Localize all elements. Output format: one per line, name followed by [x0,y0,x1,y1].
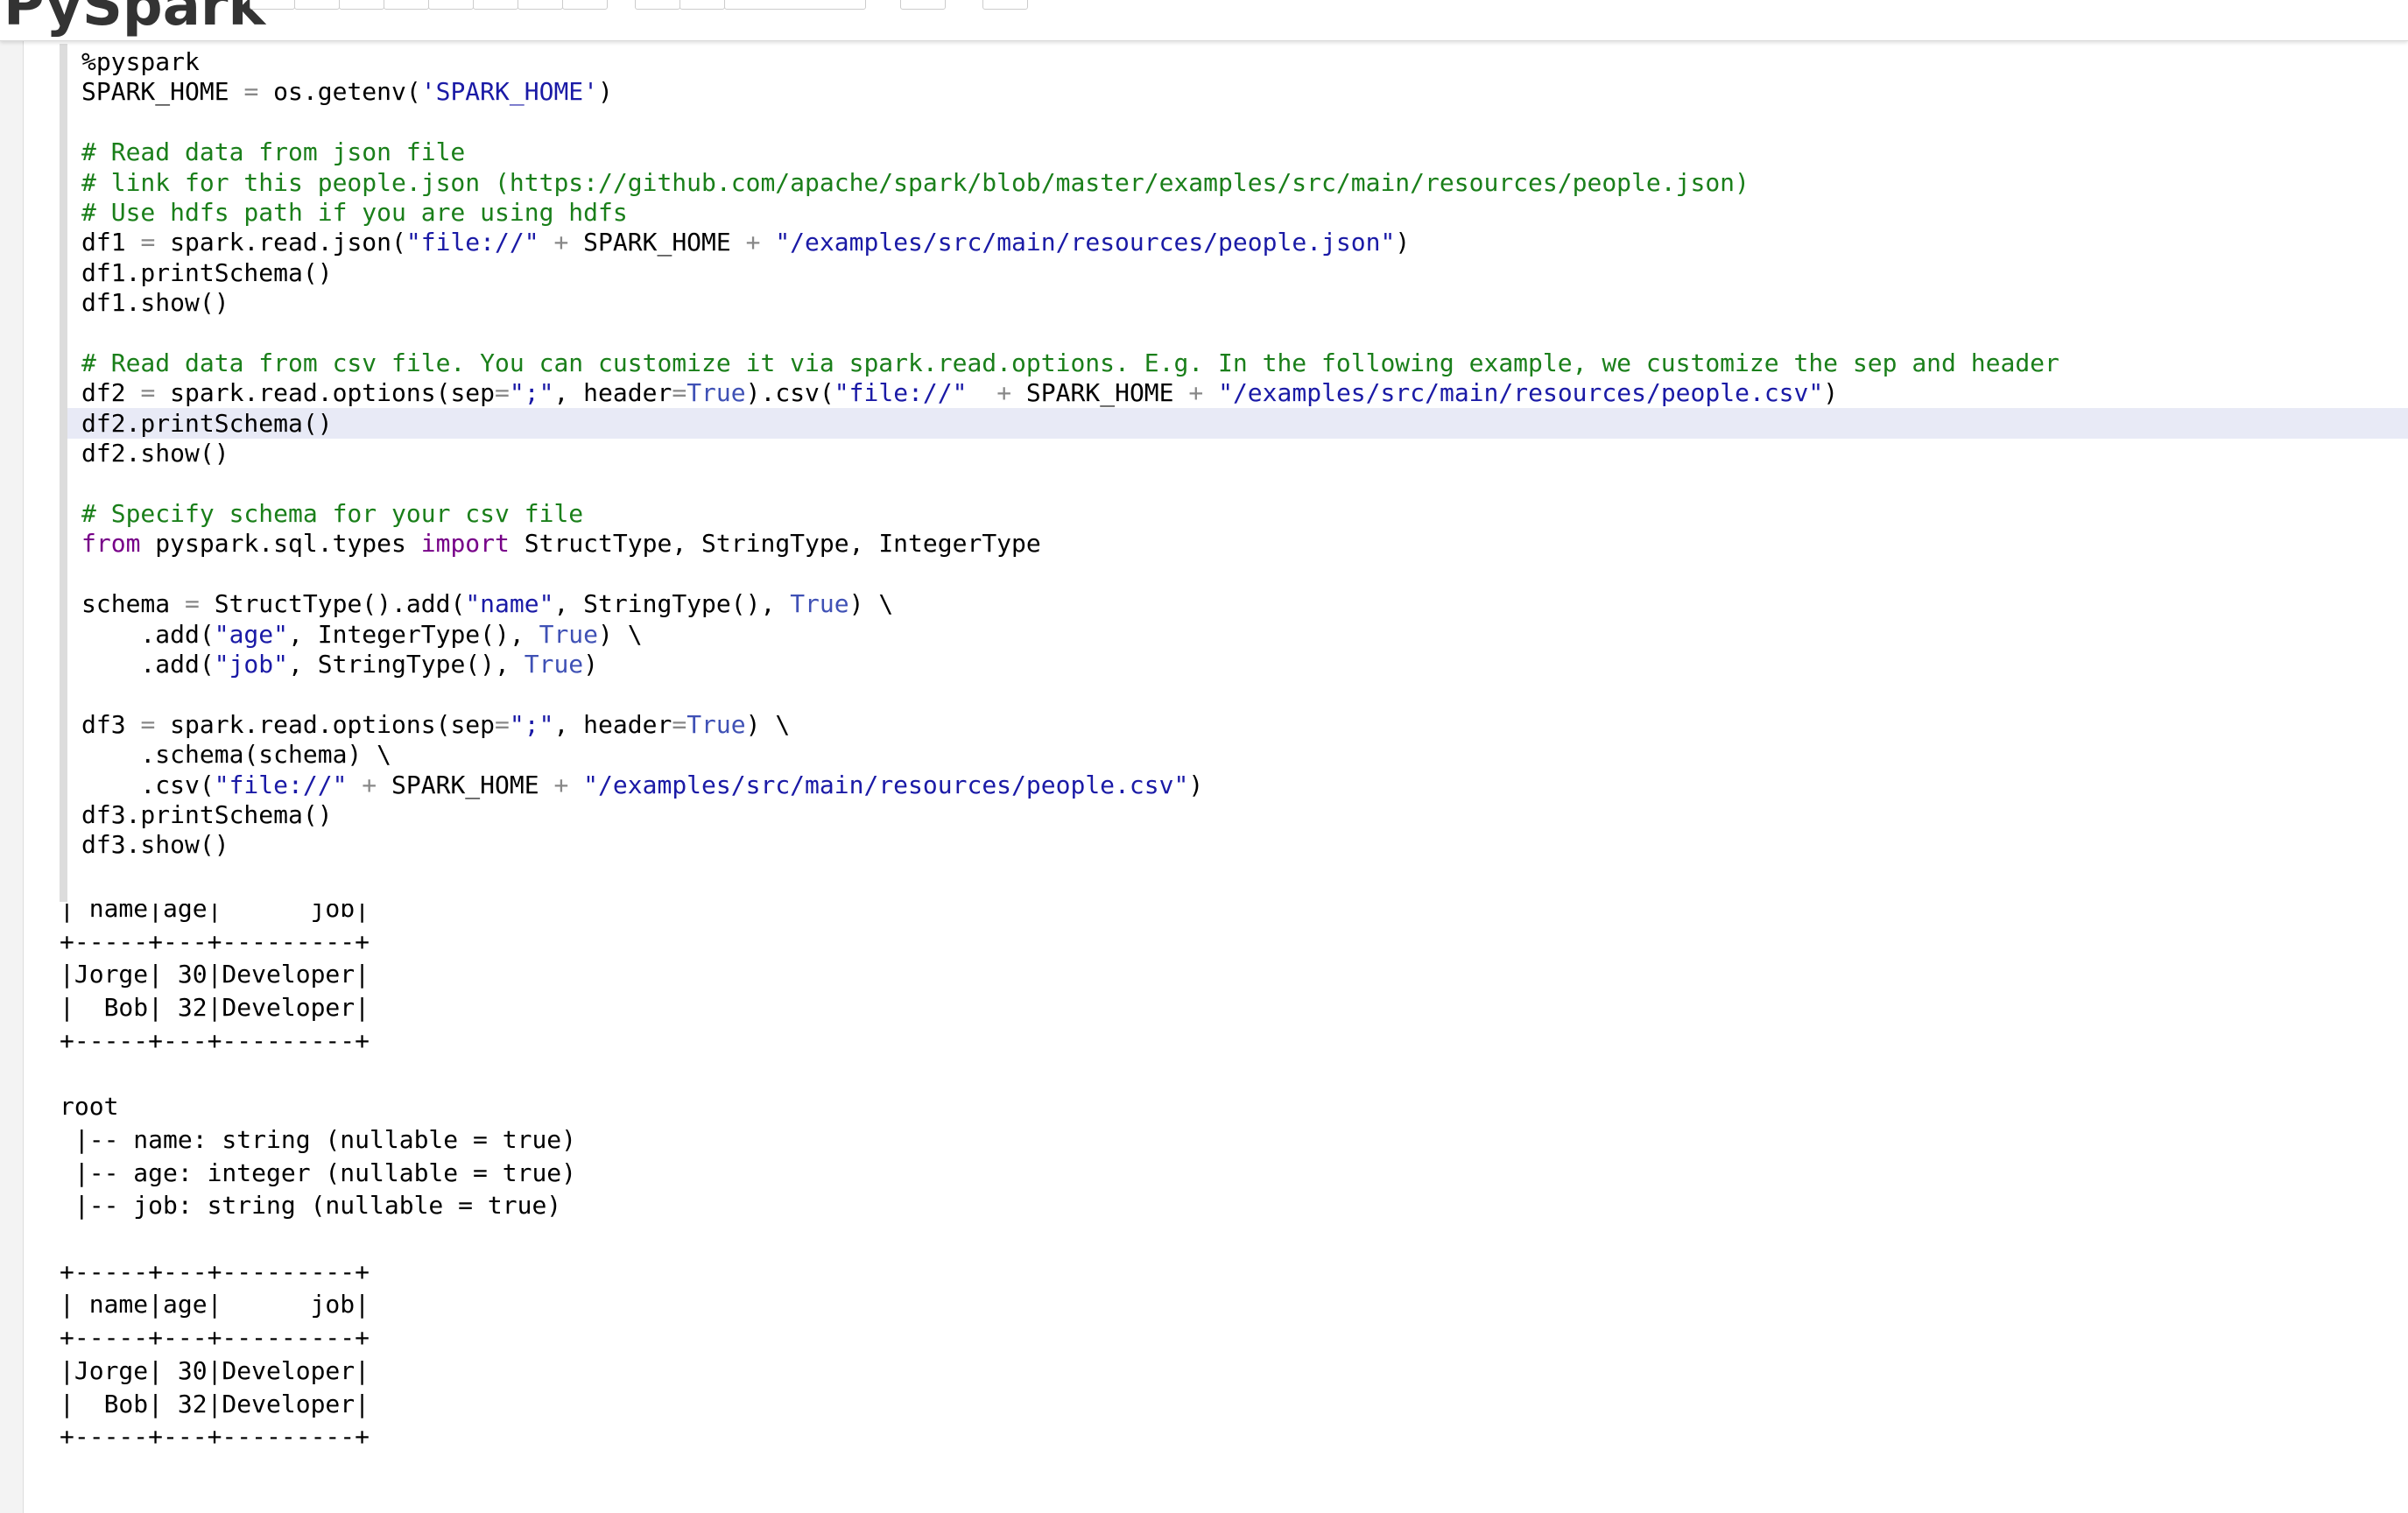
output-line: +-----+---+---------+ [60,1422,370,1452]
code-line[interactable]: df2.printSchema() [67,407,2408,439]
paragraph-output: | name|age| job| +-----+---+---------+ |Jo… [60,904,2336,1513]
code-line[interactable]: # Read data from json file [81,137,465,167]
output-line: |-- job: string (nullable = true) [60,1191,562,1221]
toolbar-button-group-1 [250,0,608,10]
code-line[interactable]: # link for this people.json (https://git… [81,167,1750,198]
toolbar-button[interactable] [518,0,563,10]
code-line[interactable]: # Read data from csv file. You can custo… [81,348,2059,378]
toolbar-button[interactable] [679,0,725,10]
toolbar-button[interactable] [982,0,1028,10]
code-line[interactable]: SPARK_HOME = os.getenv('SPARK_HOME') [81,76,613,107]
output-line: |-- name: string (nullable = true) [60,1124,577,1154]
code-line[interactable]: schema = StructType().add("name", String… [81,588,893,619]
toolbar-button[interactable] [384,0,429,10]
code-line[interactable]: df3.printSchema() [81,799,333,830]
code-line[interactable]: df3.show() [81,829,229,860]
output-line: |Jorge| 30|Developer| [60,1355,370,1385]
code-line[interactable]: from pyspark.sql.types import StructType… [81,528,1041,559]
toolbar-button[interactable] [473,0,518,10]
code-line[interactable]: # Specify schema for your csv file [81,498,583,529]
output-line: | name|age| job| [60,904,370,923]
output-line: | name|age| job| [60,1290,370,1319]
toolbar-button-group-2 [635,0,866,10]
output-line: +-----+---+---------+ [60,926,370,956]
toolbar-button[interactable] [339,0,384,10]
output-line: +-----+---+---------+ [60,1025,370,1055]
output-line: +-----+---+---------+ [60,1323,370,1353]
code-line[interactable]: df3 = spark.read.options(sep=";", header… [81,709,790,740]
code-line[interactable]: df1.printSchema() [81,257,333,288]
toolbar-dropdown[interactable] [724,0,866,10]
code-line[interactable]: .add("age", IntegerType(), True) \ [81,619,642,650]
paragraph-toolbar: PySpark [0,0,2408,41]
output-line: |Jorge| 30|Developer| [60,960,370,989]
code-line[interactable]: .add("job", StringType(), True) [81,649,598,679]
toolbar-button[interactable] [428,0,474,10]
code-line[interactable]: df1 = spark.read.json("file://" + SPARK_… [81,227,1410,257]
toolbar-button[interactable] [294,0,340,10]
output-line: +-----+---+---------+ [60,1256,370,1286]
toolbar-button-group-3 [900,0,946,10]
toolbar-button[interactable] [562,0,608,10]
toolbar-button[interactable] [900,0,946,10]
toolbar-button[interactable] [635,0,680,10]
code-line[interactable]: .csv("file://" + SPARK_HOME + "/examples… [81,770,1203,800]
toolbar-button-group-4 [982,0,1028,10]
code-line[interactable]: df2 = spark.read.options(sep=";", header… [81,377,1838,408]
code-line[interactable]: # Use hdfs path if you are using hdfs [81,197,628,228]
output-line: | Bob| 32|Developer| [60,993,370,1023]
code-line[interactable]: df1.show() [81,287,229,318]
code-editor[interactable]: %pyspark SPARK_HOME = os.getenv('SPARK_HO… [60,44,2408,902]
output-line: |-- age: integer (nullable = true) [60,1158,577,1187]
code-line[interactable]: .schema(schema) \ [81,739,391,770]
page-title: PySpark [4,0,266,39]
output-line: root [60,1092,119,1122]
code-line[interactable]: %pyspark [81,46,200,77]
code-line[interactable]: df2.show() [81,438,229,468]
toolbar-button[interactable] [250,0,295,10]
left-rail [0,40,24,1513]
output-line: | Bob| 32|Developer| [60,1389,370,1418]
